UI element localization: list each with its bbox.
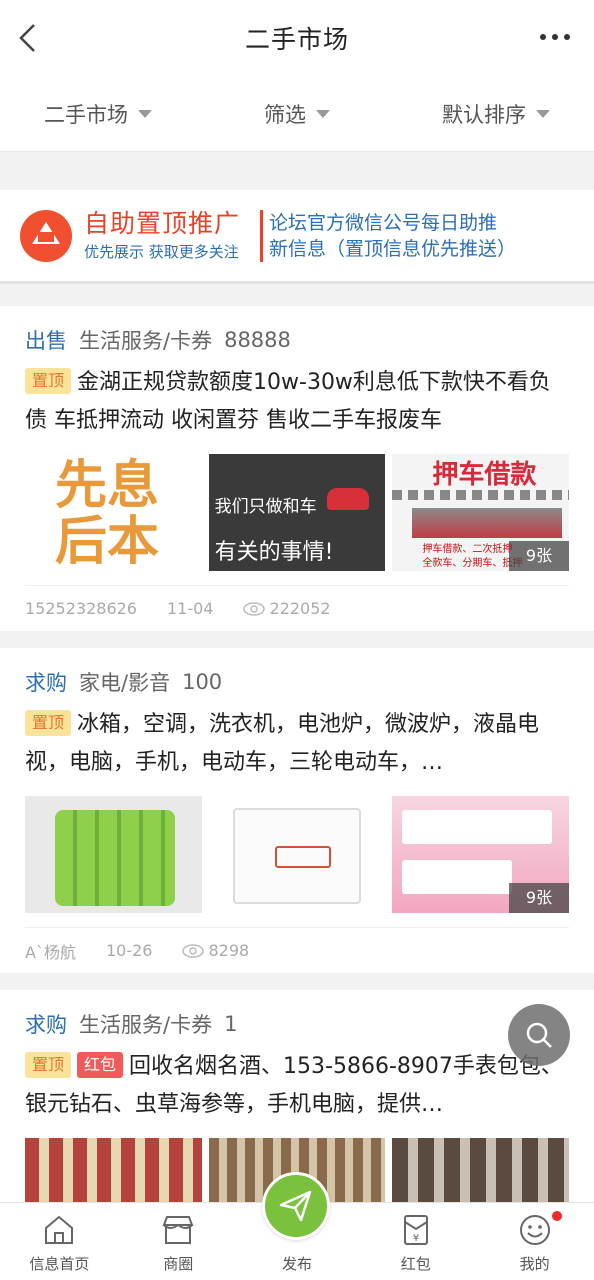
post-price: 88888 — [224, 328, 291, 352]
banner-right-line2: 新信息（置顶信息优先推送） — [269, 237, 517, 260]
tab-redpacket-label: 红包 — [400, 1255, 431, 1273]
red-packet-badge: 红包 — [77, 1052, 124, 1078]
thumb-text: 全款车、分期车、抵押 — [422, 558, 523, 569]
filter-bar: 二手市场 筛选 默认排序 — [0, 76, 594, 152]
store-icon — [162, 1216, 194, 1244]
eye-icon — [182, 943, 205, 958]
post-views: 222052 — [269, 599, 331, 618]
post-type: 求购 — [25, 1013, 67, 1037]
home-icon — [45, 1215, 74, 1244]
tab-publish-label: 发布 — [281, 1255, 312, 1273]
post-image[interactable]: 9张 — [392, 796, 570, 913]
top-bar: 二手市场 — [0, 0, 594, 76]
cars-graphic — [412, 508, 563, 538]
promo-banner[interactable]: 自助置顶推广 优先展示 获取更多关注 论坛官方微信公号每日助推 新信息（置顶信息… — [0, 190, 594, 284]
chevron-down-icon — [316, 109, 330, 118]
post-author: A`杨航 — [25, 942, 76, 962]
smiley-icon — [519, 1215, 550, 1245]
post-views: 8298 — [208, 941, 250, 960]
filter-screen-label: 筛选 — [264, 102, 306, 127]
banner-right-line1: 论坛官方微信公号每日助推 — [269, 211, 498, 234]
tab-shops[interactable]: 商圈 — [119, 1203, 238, 1280]
post-type: 出售 — [25, 329, 67, 353]
filter-sort[interactable]: 默认排序 — [442, 99, 550, 129]
thumb-text: 后本 — [55, 511, 160, 571]
svg-text:¥: ¥ — [413, 1233, 419, 1244]
thumb-text: 先息 — [55, 455, 160, 516]
pin-badge: 置顶 — [25, 710, 72, 736]
photo-count: 9张 — [509, 541, 570, 571]
tab-me-label: 我的 — [519, 1255, 550, 1273]
post-image[interactable]: 押车借款 押车借款、二次抵押 全款车、分期车、抵押 9张 — [392, 454, 570, 571]
search-icon — [526, 1022, 552, 1048]
aircon-graphic — [402, 810, 553, 844]
filter-sort-label: 默认排序 — [442, 102, 526, 127]
tab-redpacket[interactable]: ¥ 红包 — [356, 1203, 475, 1280]
post-author: 15252328626 — [25, 599, 137, 618]
list-item[interactable]: 出售 生活服务/卡券 88888 置顶 金湖正规贷款额度10w-30w利息低下款快… — [0, 306, 594, 631]
publish-button[interactable] — [262, 1172, 330, 1240]
post-image[interactable] — [208, 796, 386, 913]
post-price: 1 — [224, 1012, 238, 1036]
filter-category-label: 二手市场 — [44, 102, 128, 127]
back-icon[interactable] — [12, 20, 42, 56]
post-category: 家电/影音 — [79, 671, 171, 695]
post-text-block: 置顶 金湖正规贷款额度10w-30w利息低下款快不看负债 车抵押流动 收闲置芬 售… — [25, 364, 569, 440]
photo-count: 9张 — [509, 883, 570, 913]
red-packet-icon: ¥ — [403, 1215, 428, 1245]
post-text-block: 置顶 红包 回收名烟名酒、153-5866-8907手表包包、银元钻石、虫草海参等，… — [25, 1048, 569, 1124]
list-item[interactable]: 求购 生活服务/卡券 1 置顶 红包 回收名烟名酒、153-5866-8907手表包… — [0, 990, 594, 1255]
notification-dot — [549, 1209, 564, 1223]
post-date: 10-26 — [105, 941, 153, 960]
tab-home[interactable]: 信息首页 — [0, 1203, 119, 1280]
banner-subline: 优先展示 获取更多关注 — [84, 242, 239, 261]
chevron-down-icon — [138, 109, 152, 118]
eye-icon — [243, 601, 266, 616]
filter-screen[interactable]: 筛选 — [264, 99, 330, 129]
post-category: 生活服务/卡券 — [79, 329, 213, 353]
page-title: 二手市场 — [244, 25, 349, 54]
thumb-text: 押车借款 — [432, 460, 537, 490]
brand-logos-strip — [392, 490, 570, 500]
thumb-text: 有关的事情! — [214, 540, 334, 565]
tab-shops-label: 商圈 — [163, 1255, 194, 1273]
freezer-graphic — [232, 808, 361, 904]
send-icon — [279, 1190, 312, 1222]
post-text: 冰箱，空调，洗衣机，电池炉，微波炉，液晶电视，电脑，手机，电动车，三轮电动车，… — [25, 712, 540, 775]
banner-headline: 自助置顶推广 — [84, 208, 241, 238]
post-image[interactable]: 我们只做和车 有关的事情! — [208, 454, 386, 571]
post-category: 生活服务/卡券 — [79, 1013, 213, 1037]
tab-home-label: 信息首页 — [29, 1255, 90, 1273]
list-item[interactable]: 求购 家电/影音 100 置顶 冰箱，空调，洗衣机，电池炉，微波炉，液晶电视，电脑… — [0, 648, 594, 973]
post-image[interactable]: 先息 后本 — [25, 454, 202, 571]
post-price: 100 — [182, 670, 223, 694]
thumb-text: 我们只做和车 — [214, 497, 317, 517]
thumb-text: 押车借款、二次抵押 — [422, 544, 513, 555]
pin-badge: 置顶 — [25, 1052, 72, 1078]
post-text: 金湖正规贷款额度10w-30w利息低下款快不看负债 车抵押流动 收闲置芬 售收二… — [25, 370, 551, 433]
more-icon[interactable] — [540, 28, 570, 46]
car-icon — [326, 488, 369, 510]
post-date: 11-04 — [166, 599, 214, 618]
post-type: 求购 — [25, 671, 67, 695]
post-image[interactable] — [25, 796, 202, 913]
chevron-down-icon — [536, 109, 550, 118]
batteries-graphic — [55, 810, 175, 906]
tab-me[interactable]: 我的 — [475, 1203, 594, 1280]
promo-logo-icon — [20, 209, 72, 262]
search-button[interactable] — [508, 1004, 570, 1066]
post-text-block: 置顶 冰箱，空调，洗衣机，电池炉，微波炉，液晶电视，电脑，手机，电动车，三轮电动车… — [25, 706, 569, 782]
filter-category[interactable]: 二手市场 — [44, 99, 152, 129]
banner-divider — [260, 209, 264, 262]
aircon-graphic — [402, 860, 513, 894]
pin-badge: 置顶 — [25, 368, 72, 394]
